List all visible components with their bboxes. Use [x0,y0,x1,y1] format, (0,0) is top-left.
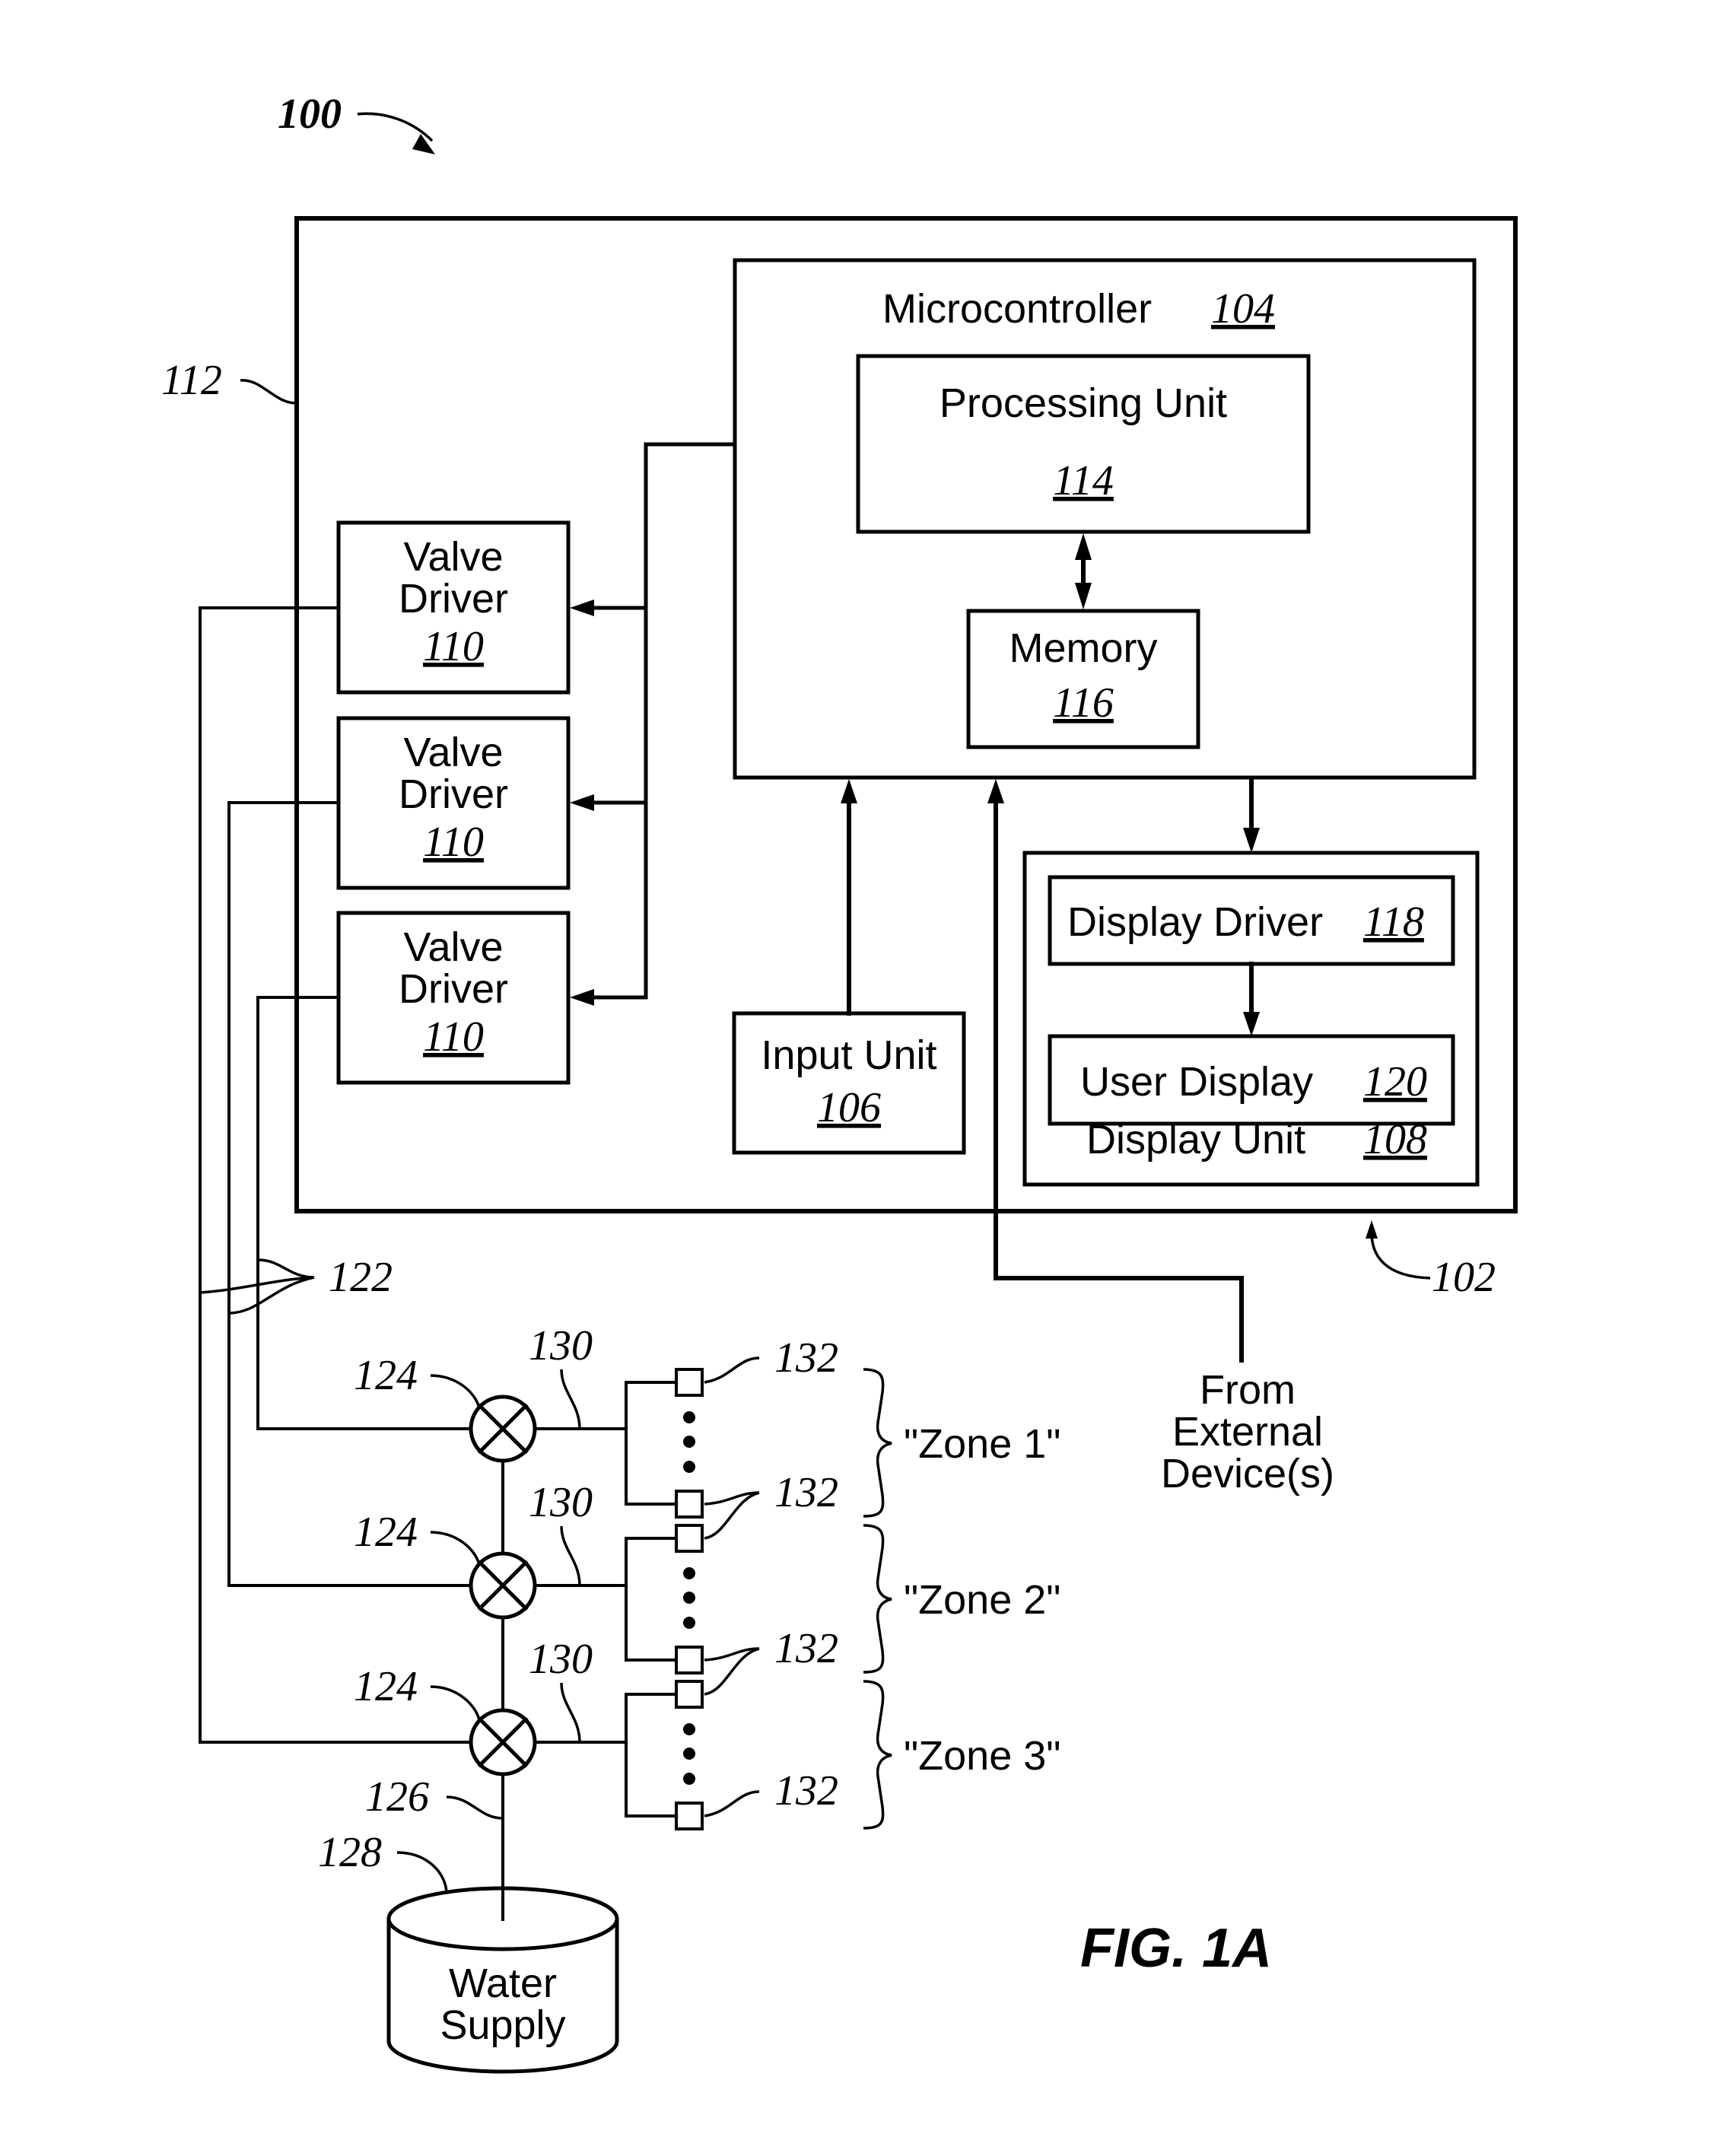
sprinkler-ref-leader [704,1491,760,1540]
zone-pipe-ref-leader [560,1369,581,1430]
water-supply-line1: Water [449,1961,557,2006]
zone-pipe-ref-label: 130 [529,1479,593,1526]
arrowhead-up-icon [1075,533,1092,560]
controller-ref-label: 102 [1432,1254,1496,1301]
microcontroller-ref: 104 [1211,285,1275,332]
control-bus [644,442,737,1000]
valve-driver-line1: Valve [403,730,503,775]
water-supply-ref-label: 128 [318,1829,382,1876]
memory-ref: 116 [1053,679,1114,727]
control-wire-2 [227,801,472,1587]
arrowhead-left-icon [570,599,594,616]
housing-ref-leader [240,379,297,405]
display-driver-label: Display Driver [1067,899,1323,945]
valve-ref-label: 124 [354,1352,418,1399]
valve-ref-label: 124 [354,1509,418,1556]
user-display-ref: 120 [1363,1058,1427,1105]
valve-driver-line2: Driver [399,576,508,622]
sprinkler [675,1802,704,1830]
valve-ref-leader [430,1374,481,1409]
zone-2-branch [625,1537,678,1662]
sprinkler [675,1524,704,1553]
wires-ref-label: 122 [329,1254,393,1301]
sprinkler-ref-label: 132 [774,1334,838,1382]
irrigation-system-diagram: 100 112 Microcontroller 104 Processing U… [161,91,1518,2074]
arrowhead-up-icon [1366,1220,1378,1239]
user-display-label: User Display [1080,1059,1313,1105]
external-label-line2: External [1172,1409,1323,1455]
zone-1-brace [863,1368,892,1518]
main-pipe-ref-leader [446,1795,504,1820]
main-pipe-ref-label: 126 [365,1773,429,1821]
valve-2 [469,1551,537,1620]
valve-1 [469,1395,537,1463]
controller-ref-leader [1370,1232,1431,1280]
arrowhead-down-icon [1075,583,1092,609]
valve-driver-line2: Driver [399,771,508,817]
water-supply-line2: Supply [440,2002,565,2048]
sprinkler [675,1680,704,1709]
valve-driver-ref: 110 [423,1013,484,1061]
arrowhead-left-icon [570,794,594,811]
external-label-line3: Device(s) [1161,1451,1334,1496]
ellipsis-dots [683,1411,695,1785]
arrowhead-left-icon [570,989,594,1006]
valve-ref-leader [430,1531,481,1566]
zone-1-label: "Zone 1" [904,1421,1060,1467]
zone-2-label: "Zone 2" [904,1577,1060,1623]
sprinkler [675,1490,704,1519]
processing-unit-label: Processing Unit [940,380,1227,426]
display-driver-ref: 118 [1363,898,1424,946]
zone-pipe-ref-leader [560,1682,581,1743]
sprinkler-ref-leader [704,1647,760,1696]
sprinkler-ref-label: 132 [774,1767,838,1814]
sprinkler-ref-leader [704,1356,760,1384]
sprinkler-ref-label: 132 [774,1625,838,1672]
zone-pipe-ref-leader [560,1525,581,1586]
system-ref-label: 100 [278,91,342,138]
sprinkler-ref-label: 132 [774,1469,838,1516]
zone-3-branch [625,1693,678,1818]
sprinkler [675,1368,704,1397]
arrowhead-up-icon [987,779,1004,803]
input-unit-label: Input Unit [761,1032,936,1078]
zone-3-brace [863,1680,892,1830]
valve-driver-2: Valve Driver 110 [336,716,571,890]
valve-driver-ref: 110 [423,623,484,670]
arrowhead-up-icon [841,779,857,803]
sprinkler [675,1646,704,1674]
valve-driver-line1: Valve [403,924,503,970]
figure-title: FIG. 1A [1080,1918,1272,1979]
input-unit-ref: 106 [817,1084,881,1131]
zone-pipe-ref-label: 130 [529,1636,593,1683]
zone-3-label: "Zone 3" [904,1733,1060,1779]
zone-1-branch [625,1381,678,1506]
arrowhead-down-icon [1243,828,1260,853]
external-label-line1: From [1200,1367,1296,1413]
processing-unit-ref: 114 [1053,457,1114,504]
water-supply-ref-leader [396,1851,448,1893]
valve-driver-line2: Driver [399,966,508,1012]
housing-ref-label: 112 [161,357,222,404]
display-unit-label: Display Unit [1086,1117,1305,1162]
system-ref-arrowhead [412,134,435,154]
arrowhead-down-icon [1243,1012,1260,1036]
zone-pipe-ref-label: 130 [529,1322,593,1369]
valve-driver-1: Valve Driver 110 [336,520,571,695]
sprinkler-ref-leader [704,1790,760,1818]
display-unit-ref: 108 [1363,1116,1427,1163]
zone-2-brace [863,1524,892,1674]
memory-label: Memory [1009,625,1157,671]
valve-driver-line1: Valve [403,534,503,580]
valve-ref-leader [430,1685,481,1721]
valve-ref-label: 124 [354,1663,418,1710]
valve-driver-ref: 110 [423,819,484,866]
valve-driver-3: Valve Driver 110 [336,911,571,1085]
microcontroller-label: Microcontroller [882,286,1152,332]
